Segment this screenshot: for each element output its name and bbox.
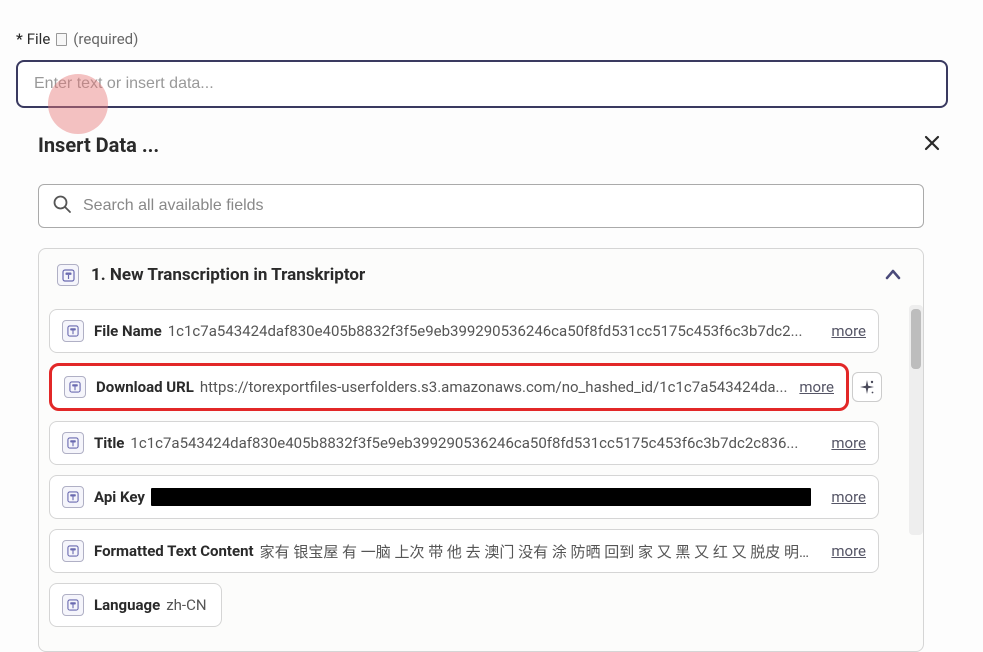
fields-list: File Name 1c1c7a543424daf830e405b8832f3f… bbox=[39, 301, 923, 651]
more-link[interactable]: more bbox=[831, 542, 866, 560]
scrollbar-thumb[interactable] bbox=[911, 309, 921, 369]
field-value: https://torexportfiles-userfolders.s3.am… bbox=[200, 378, 790, 396]
source-header[interactable]: 1. New Transcription in Transkriptor bbox=[39, 249, 923, 301]
panel-title: Insert Data ... bbox=[38, 133, 159, 157]
field-icon bbox=[62, 594, 84, 616]
more-link[interactable]: more bbox=[831, 322, 866, 340]
field-icon bbox=[64, 376, 86, 398]
field-icon bbox=[62, 540, 84, 562]
field-name: Formatted Text Content bbox=[94, 542, 254, 560]
field-row-title[interactable]: Title 1c1c7a543424daf830e405b8832f3f5e9e… bbox=[49, 421, 879, 465]
scrollbar-track[interactable] bbox=[909, 305, 923, 535]
more-link[interactable]: more bbox=[831, 434, 866, 452]
source-app-icon bbox=[57, 264, 79, 286]
redacted-value bbox=[151, 488, 812, 506]
sparkle-icon bbox=[858, 378, 876, 396]
field-name: Language bbox=[94, 596, 160, 614]
field-icon bbox=[62, 432, 84, 454]
field-value: 1c1c7a543424daf830e405b8832f3f5e9eb39929… bbox=[168, 322, 822, 340]
field-value: 1c1c7a543424daf830e405b8832f3f5e9eb39929… bbox=[130, 434, 821, 452]
field-row-download-url[interactable]: Download URL https://torexportfiles-user… bbox=[49, 363, 849, 411]
field-row-api-key[interactable]: Api Key more bbox=[49, 475, 879, 519]
file-input[interactable] bbox=[16, 60, 948, 108]
source-block: 1. New Transcription in Transkriptor Fil… bbox=[38, 248, 924, 652]
field-row-file-name[interactable]: File Name 1c1c7a543424daf830e405b8832f3f… bbox=[49, 309, 879, 353]
field-name: Api Key bbox=[94, 488, 145, 506]
field-label-text: File bbox=[27, 30, 51, 48]
field-name: Download URL bbox=[96, 378, 194, 396]
required-asterisk: * bbox=[16, 30, 23, 48]
close-button[interactable] bbox=[919, 128, 945, 162]
more-link[interactable]: more bbox=[831, 488, 866, 506]
file-icon bbox=[56, 33, 67, 46]
chevron-up-icon bbox=[881, 263, 905, 287]
insert-data-panel: Insert Data ... 1. New Transcription in … bbox=[16, 128, 967, 652]
required-text: (required) bbox=[73, 30, 138, 48]
search-icon bbox=[52, 194, 72, 218]
field-name: File Name bbox=[94, 322, 162, 340]
field-icon bbox=[62, 486, 84, 508]
field-row-formatted-text[interactable]: Formatted Text Content 家有 银宝屋 有 一脑 上次 带 … bbox=[49, 529, 879, 573]
field-name: Title bbox=[94, 434, 124, 452]
field-icon bbox=[62, 320, 84, 342]
more-link[interactable]: more bbox=[799, 378, 834, 396]
field-value: 家有 银宝屋 有 一脑 上次 带 他 去 澳门 没有 涂 防晒 回到 家 又 黑… bbox=[260, 541, 822, 562]
field-value: zh-CN bbox=[166, 596, 206, 614]
file-field-label: * File (required) bbox=[16, 30, 967, 48]
search-fields-input[interactable] bbox=[38, 184, 924, 228]
field-row-language[interactable]: Language zh-CN bbox=[49, 583, 222, 627]
close-icon bbox=[923, 134, 941, 152]
ai-suggest-button[interactable] bbox=[852, 372, 882, 402]
source-title: 1. New Transcription in Transkriptor bbox=[91, 265, 881, 285]
